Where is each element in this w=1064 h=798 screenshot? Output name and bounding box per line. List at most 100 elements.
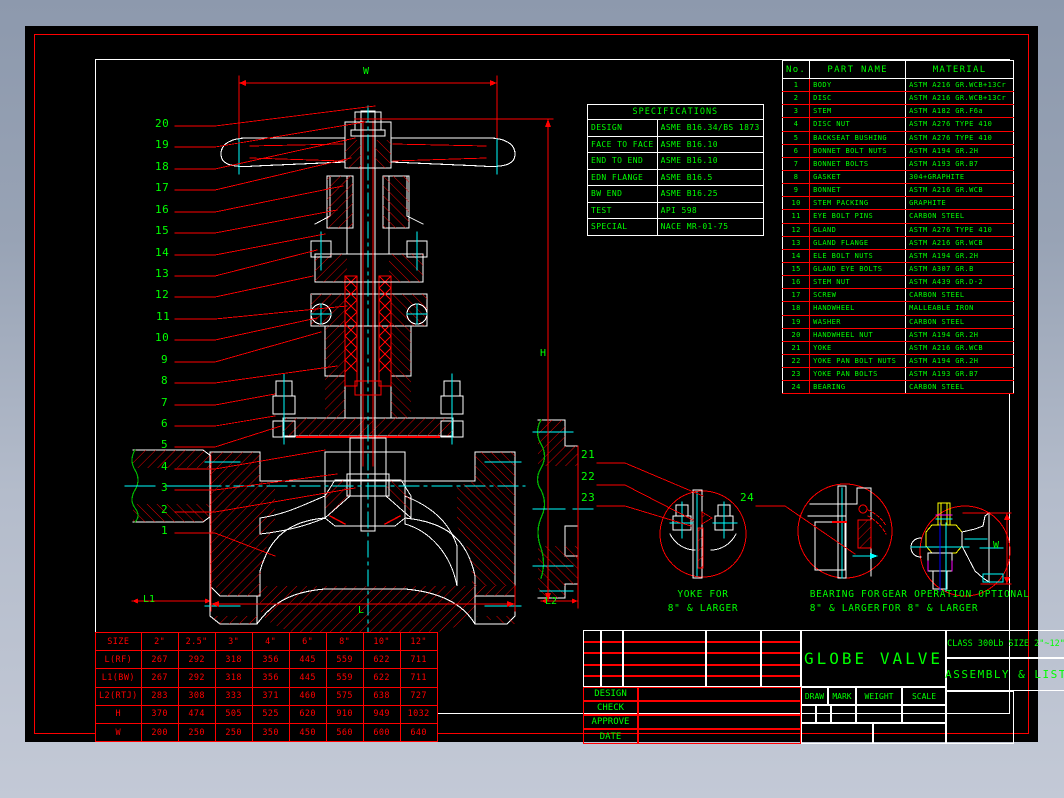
revision-row-line xyxy=(584,641,800,643)
spec-key-test: TEST xyxy=(587,201,658,219)
size-cell: 600 xyxy=(362,722,401,743)
size-cell: 638 xyxy=(362,686,401,706)
part-material: ASTM A193 GR.B7 xyxy=(905,156,1014,171)
table-row: 13 GLAND FLANGE ASTM A216 GR.WCB xyxy=(781,235,1014,250)
approval-value-check xyxy=(638,701,801,715)
part-name: EYE BOLT PINS xyxy=(809,209,907,224)
dimension-letter-L1: L1 xyxy=(143,594,156,605)
spec-value-end-to-end: ASME B16.10 xyxy=(656,152,764,170)
table-row: 7 BONNET BOLTS ASTM A193 GR.B7 xyxy=(781,156,1014,171)
table-row: 3 STEM ASTM A182 GR.F6a xyxy=(781,104,1014,119)
table-row: 18 HANDWHEEL MALLEABLE IRON xyxy=(781,301,1014,316)
part-no: 8 xyxy=(781,169,811,185)
valve-body-section xyxy=(200,105,526,647)
balloon-16: 16 xyxy=(155,203,170,216)
meta-value-scale xyxy=(902,705,946,723)
size-cell: 350 xyxy=(251,722,290,743)
size-row-label: L1(BW) xyxy=(95,668,142,688)
spec-row-end-to-end: END TO END ASME B16.10 xyxy=(587,152,764,170)
balloon-10: 10 xyxy=(155,331,170,344)
size-col-3: 3" xyxy=(214,631,253,652)
part-no: 9 xyxy=(781,183,811,198)
meta-label-draw: DRAW xyxy=(801,687,828,705)
table-row: H 370 474 505 525 620 910 949 1032 xyxy=(95,704,438,724)
size-cell: 525 xyxy=(251,704,290,724)
size-col-12: 12" xyxy=(399,631,438,652)
meta-label-scale: SCALE xyxy=(902,687,946,705)
part-name: GLAND FLANGE xyxy=(809,235,907,250)
part-name: BODY xyxy=(809,77,907,93)
revision-grid-outline xyxy=(583,630,801,687)
part-no: 23 xyxy=(781,367,811,382)
part-no: 19 xyxy=(781,314,811,329)
part-material: ASTM A216 GR.WCB+13Cr xyxy=(905,91,1014,106)
table-row: L(RF) 267 292 318 356 445 559 622 711 xyxy=(95,650,438,670)
size-cell: 474 xyxy=(177,704,216,724)
part-name: GLAND xyxy=(809,222,907,237)
size-cell: 622 xyxy=(362,650,401,670)
parts-header-row: No. PART NAME MATERIAL xyxy=(781,60,1014,79)
size-cell: 318 xyxy=(214,668,253,688)
approval-value-date xyxy=(638,729,801,744)
balloon-4: 4 xyxy=(161,460,169,473)
parts-header-name: PART NAME xyxy=(809,60,907,79)
part-name: BEARING xyxy=(809,380,907,395)
spec-key-design: DESIGN xyxy=(587,119,658,137)
detail-leader-lines xyxy=(596,462,856,555)
balloon-18: 18 xyxy=(155,160,170,173)
dimension-letter-H: H xyxy=(540,348,547,359)
detail-caption-gear: GEAR OPERATION OPTIONAL FOR 8" & LARGER xyxy=(882,588,1037,616)
revision-row-line xyxy=(584,664,800,666)
spec-row-test: TEST API 598 xyxy=(587,201,764,219)
table-row: L1(BW) 267 292 318 356 445 559 622 711 xyxy=(95,668,438,688)
spec-header-row: SPECIFICATIONS xyxy=(587,104,764,120)
part-name: ELE BOLT NUTS xyxy=(809,248,907,263)
table-row: 2 DISC ASTM A216 GR.WCB+13Cr xyxy=(781,91,1014,106)
spec-header: SPECIFICATIONS xyxy=(587,104,764,120)
size-cell: 267 xyxy=(140,668,179,688)
size-row-label: W xyxy=(95,722,142,743)
part-no: 10 xyxy=(781,196,811,211)
part-name: BONNET xyxy=(809,183,907,198)
approval-label-date: DATE xyxy=(583,729,638,744)
part-no: 2 xyxy=(781,91,811,106)
table-row: 6 BONNET BOLT NUTS ASTM A194 GR.2H xyxy=(781,143,1014,158)
approval-value-design xyxy=(638,687,801,701)
size-cell: 949 xyxy=(362,704,401,724)
table-row: L2(RTJ) 283 308 333 371 460 575 638 727 xyxy=(95,686,438,706)
parts-header-material: MATERIAL xyxy=(905,60,1014,79)
part-material: ASTM A439 GR.D-2 xyxy=(905,275,1014,290)
part-name: DISC NUT xyxy=(809,117,907,132)
size-cell: 620 xyxy=(288,704,327,724)
part-no: 14 xyxy=(781,248,811,263)
table-row: 8 GASKET 304+GRAPHITE xyxy=(781,169,1014,185)
size-cell: 283 xyxy=(140,686,179,706)
balloon-23: 23 xyxy=(581,491,596,504)
part-material: ASTM A194 GR.2H xyxy=(905,248,1014,263)
size-cell: 371 xyxy=(251,686,290,706)
balloon-5: 5 xyxy=(161,438,169,451)
table-row: 24 BEARING CARBON STEEL xyxy=(781,380,1014,395)
part-no: 22 xyxy=(781,353,811,369)
dimension-letter-W: W xyxy=(363,66,370,77)
part-no: 3 xyxy=(781,104,811,119)
size-header-row: SIZE 2" 2.5" 3" 4" 6" 8" 10" 12" xyxy=(95,631,438,652)
part-no: 24 xyxy=(781,380,811,395)
approval-label-check: CHECK xyxy=(583,701,638,715)
size-cell: 250 xyxy=(177,722,216,743)
size-cell: 250 xyxy=(214,722,253,743)
part-material: CARBON STEEL xyxy=(905,380,1014,395)
size-dimension-table: SIZE 2" 2.5" 3" 4" 6" 8" 10" 12" L(RF) 2… xyxy=(95,631,438,743)
part-material: ASTM A216 GR.WCB xyxy=(905,183,1014,198)
balloon-8: 8 xyxy=(161,374,169,387)
part-material: ASTM A194 GR.2H xyxy=(905,353,1014,369)
size-cell: 292 xyxy=(177,650,216,670)
spec-value-special: NACE MR-01-75 xyxy=(656,218,764,236)
part-material: ASTM A216 GR.WCB xyxy=(905,235,1014,250)
part-material: ASTM A194 GR.2H xyxy=(905,143,1014,158)
part-name: HANDWHEEL xyxy=(809,301,907,316)
balloon-3: 3 xyxy=(161,481,169,494)
part-material: MALLEABLE IRON xyxy=(905,301,1014,316)
size-col-6: 6" xyxy=(288,631,327,652)
spec-row-edn-flange: EDN FLANGE ASME B16.5 xyxy=(587,168,764,186)
